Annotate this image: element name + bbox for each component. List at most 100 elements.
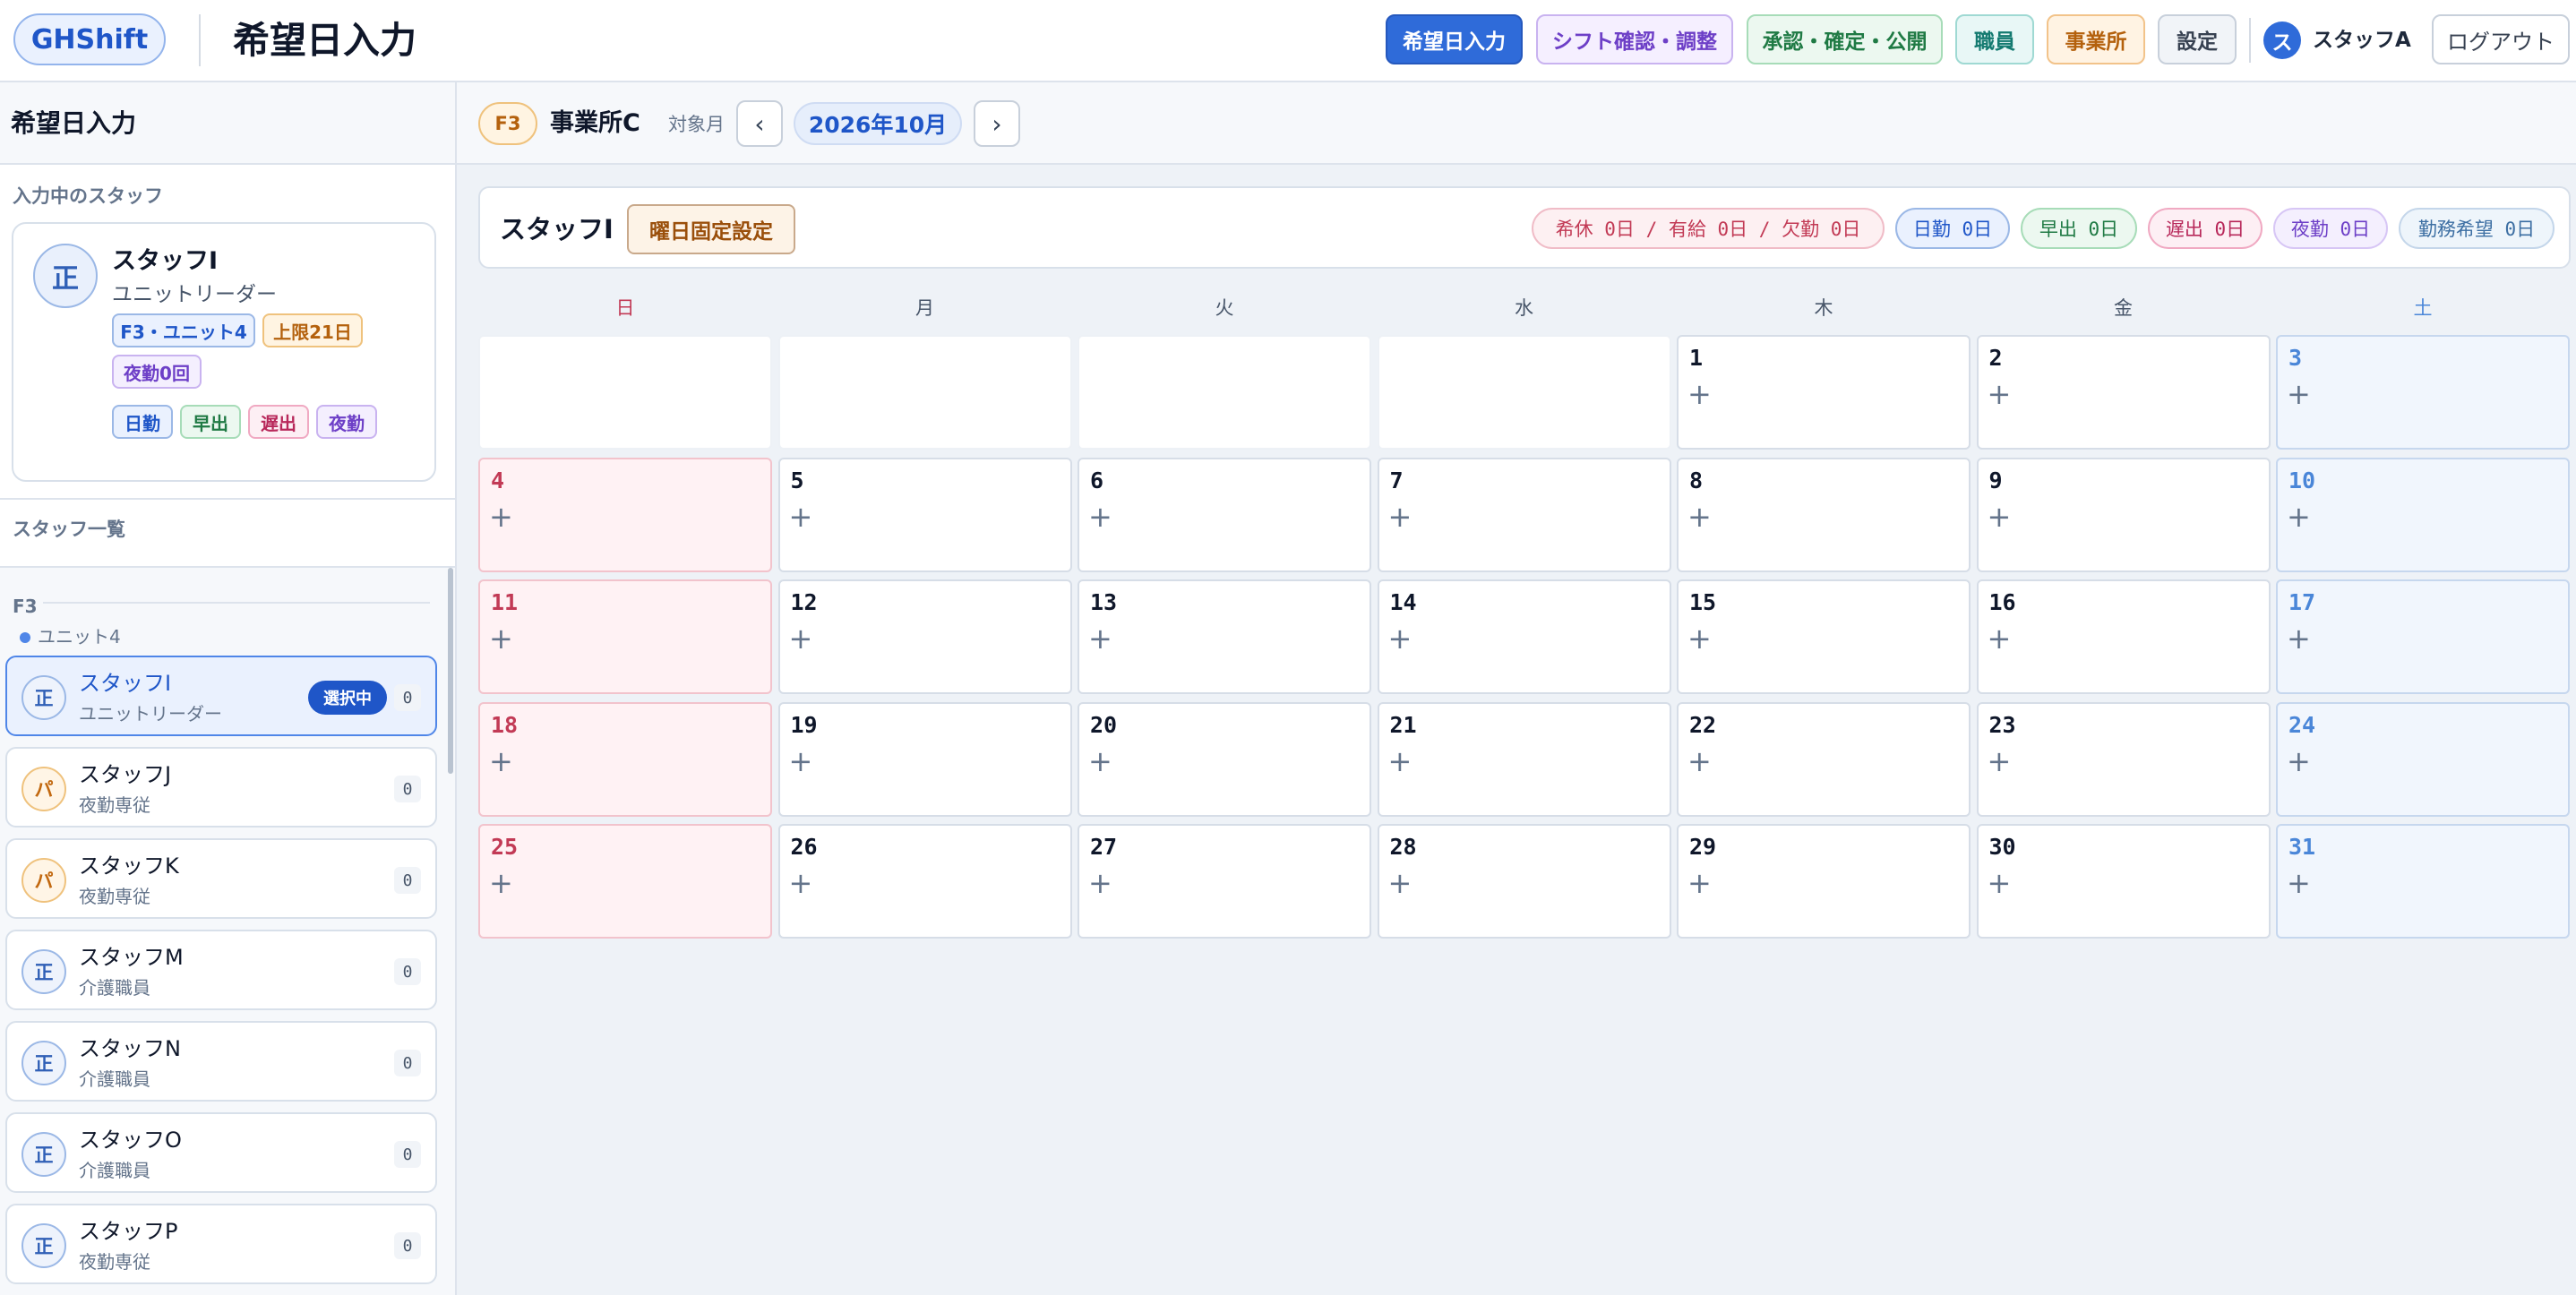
add-request-icon[interactable]: +	[489, 499, 513, 535]
calendar-day-cell[interactable]: 11 +	[478, 579, 772, 694]
calendar-day-cell[interactable]: 23 +	[1976, 701, 2271, 817]
add-request-icon[interactable]: +	[489, 865, 513, 901]
staff-row[interactable]: 正 スタッフI ユニットリーダー 選択中 0	[5, 656, 437, 736]
calendar-day-cell[interactable]: 20 +	[1078, 701, 1371, 817]
next-month-button[interactable]: ›	[974, 100, 1020, 147]
request-count: 0	[394, 1141, 421, 1168]
day-number: 22	[1689, 711, 1717, 738]
logout-button[interactable]: ログアウト	[2432, 14, 2570, 64]
staff-row[interactable]: 正 スタッフO 介護職員 0	[5, 1112, 437, 1193]
calendar-day-cell[interactable]: 22 +	[1677, 701, 1971, 817]
add-request-icon[interactable]: +	[1687, 743, 1712, 779]
add-request-icon[interactable]: +	[2287, 865, 2311, 901]
calendar-day-cell[interactable]: 1 +	[1677, 335, 1971, 450]
calendar-day-cell[interactable]: 21 +	[1377, 701, 1671, 817]
calendar-day-cell[interactable]: 26 +	[777, 824, 1072, 939]
add-request-icon[interactable]: +	[1388, 621, 1413, 656]
add-request-icon[interactable]: +	[1988, 865, 2012, 901]
staff-row[interactable]: パ スタッフK 夜勤専従 0	[5, 838, 437, 919]
staff-name: スタッフO	[79, 1128, 182, 1153]
add-request-icon[interactable]: +	[1988, 743, 2012, 779]
calendar-day-cell[interactable]: 30 +	[1976, 824, 2271, 939]
calendar-day-cell[interactable]: 13 +	[1078, 579, 1371, 694]
add-request-icon[interactable]: +	[1088, 743, 1112, 779]
calendar-day-cell[interactable]: 8 +	[1677, 457, 1971, 572]
shift-type-day-tag: 日勤	[112, 405, 173, 439]
staff-name: スタッフM	[79, 945, 184, 970]
add-request-icon[interactable]: +	[489, 621, 513, 656]
staff-row[interactable]: 正 スタッフP 夜勤専従 0	[5, 1204, 437, 1284]
calendar-day-cell[interactable]: 6 +	[1078, 457, 1371, 572]
add-request-icon[interactable]: +	[1388, 499, 1413, 535]
calendar-day-cell[interactable]: 4 +	[478, 457, 772, 572]
add-request-icon[interactable]: +	[2287, 376, 2311, 412]
calendar-day-cell[interactable]: 27 +	[1078, 824, 1371, 939]
calendar-day-cell[interactable]: 14 +	[1377, 579, 1671, 694]
staff-row[interactable]: 正 スタッフM 介護職員 0	[5, 930, 437, 1010]
add-request-icon[interactable]: +	[1088, 865, 1112, 901]
calendar-day-cell[interactable]: 7 +	[1377, 457, 1671, 572]
add-request-icon[interactable]: +	[789, 743, 813, 779]
add-request-icon[interactable]: +	[789, 499, 813, 535]
calendar-day-cell[interactable]: 17 +	[2276, 579, 2570, 694]
calendar-day-cell[interactable]: 2 +	[1976, 335, 2271, 450]
calendar-day-cell[interactable]: 29 +	[1677, 824, 1971, 939]
day-number: 28	[1389, 834, 1417, 860]
calendar-day-cell[interactable]: 3 +	[2276, 335, 2570, 450]
staff-name: スタッフP	[79, 1219, 178, 1244]
day-number: 3	[2288, 345, 2303, 371]
current-month[interactable]: 2026年10月	[794, 102, 962, 145]
add-request-icon[interactable]: +	[1687, 499, 1712, 535]
add-request-icon[interactable]: +	[1388, 865, 1413, 901]
nav-approve-button[interactable]: 承認・確定・公開	[1747, 14, 1943, 64]
add-request-icon[interactable]: +	[1687, 376, 1712, 412]
add-request-icon[interactable]: +	[1687, 621, 1712, 656]
staff-list-scrollbar[interactable]	[448, 568, 453, 774]
day-number: 10	[2288, 467, 2316, 493]
calendar-day-cell[interactable]: 16 +	[1976, 579, 2271, 694]
staff-row[interactable]: 正 スタッフN 介護職員 0	[5, 1021, 437, 1102]
add-request-icon[interactable]: +	[789, 621, 813, 656]
staff-row[interactable]: パ スタッフJ 夜勤専従 0	[5, 747, 437, 828]
app-logo[interactable]: GHShift	[13, 13, 166, 65]
calendar-day-cell[interactable]: 15 +	[1677, 579, 1971, 694]
prev-month-button[interactable]: ‹	[736, 100, 783, 147]
calendar-day-cell[interactable]: 28 +	[1377, 824, 1671, 939]
day-number: 19	[790, 711, 818, 738]
calendar-day-cell[interactable]: 19 +	[777, 701, 1072, 817]
day-number: 6	[1090, 467, 1104, 493]
calendar-day-cell[interactable]: 12 +	[777, 579, 1072, 694]
month-toolbar: F3 事業所C 対象月 ‹ 2026年10月 ›	[457, 82, 2576, 165]
calendar-day-cell[interactable]: 10 +	[2276, 457, 2570, 572]
sidebar-title: 希望日入力	[11, 108, 137, 138]
request-count: 0	[394, 684, 421, 711]
nav-settings-button[interactable]: 設定	[2158, 14, 2237, 64]
user-avatar[interactable]: ス	[2263, 21, 2301, 59]
nav-staff-button[interactable]: 職員	[1955, 14, 2034, 64]
calendar-day-cell[interactable]: 31 +	[2276, 824, 2570, 939]
add-request-icon[interactable]: +	[2287, 499, 2311, 535]
nav-hope-input-button[interactable]: 希望日入力	[1386, 14, 1523, 64]
add-request-icon[interactable]: +	[1088, 621, 1112, 656]
add-request-icon[interactable]: +	[2287, 743, 2311, 779]
early-shift-chip: 早出 0日	[2021, 208, 2137, 249]
calendar-day-cell[interactable]: 25 +	[478, 824, 772, 939]
nav-office-button[interactable]: 事業所	[2047, 14, 2145, 64]
add-request-icon[interactable]: +	[489, 743, 513, 779]
nav-shift-check-button[interactable]: シフト確認・調整	[1536, 14, 1733, 64]
add-request-icon[interactable]: +	[1687, 865, 1712, 901]
add-request-icon[interactable]: +	[1088, 499, 1112, 535]
add-request-icon[interactable]: +	[1388, 743, 1413, 779]
calendar-day-cell[interactable]: 9 +	[1976, 457, 2271, 572]
calendar-day-cell[interactable]: 5 +	[777, 457, 1072, 572]
day-number: 21	[1389, 711, 1417, 738]
calendar-day-cell[interactable]: 24 +	[2276, 701, 2570, 817]
add-request-icon[interactable]: +	[2287, 621, 2311, 656]
add-request-icon[interactable]: +	[789, 865, 813, 901]
weekday-fixed-settings-button[interactable]: 曜日固定設定	[627, 204, 795, 254]
request-count: 0	[394, 1050, 421, 1076]
add-request-icon[interactable]: +	[1988, 376, 2012, 412]
add-request-icon[interactable]: +	[1988, 621, 2012, 656]
calendar-day-cell[interactable]: 18 +	[478, 701, 772, 817]
add-request-icon[interactable]: +	[1988, 499, 2012, 535]
